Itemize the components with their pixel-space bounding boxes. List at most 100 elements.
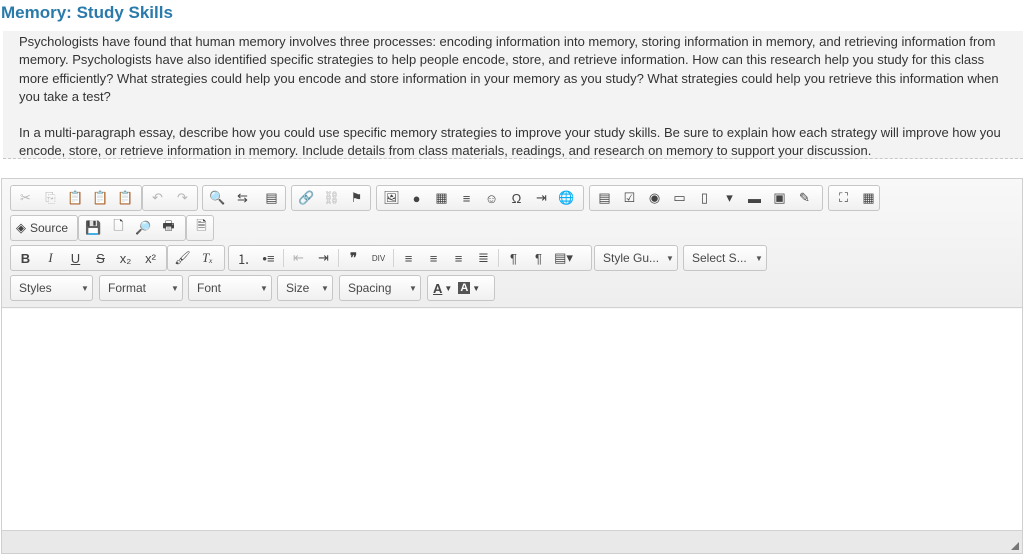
bold-icon[interactable]: B: [13, 247, 38, 269]
format-dropdown[interactable]: Format ▼: [99, 275, 183, 301]
link-icon[interactable]: 🔗: [294, 187, 319, 209]
language-icon[interactable]: ▤▾: [551, 247, 576, 269]
new-page-icon[interactable]: 🗋: [106, 217, 131, 239]
templates-icon[interactable]: 🗎: [189, 217, 214, 239]
source-button[interactable]: ◈ Source: [13, 217, 71, 239]
button-field-icon[interactable]: ▬: [742, 187, 767, 209]
select-s-dropdown[interactable]: Select S... ▼: [683, 245, 767, 271]
print-icon[interactable]: 🖶: [156, 217, 181, 239]
copy-format-icon[interactable]: 🖌: [170, 247, 195, 269]
subscript-icon[interactable]: x₂: [113, 247, 138, 269]
show-blocks-icon[interactable]: ▦: [856, 187, 881, 209]
anchor-flag-icon[interactable]: ⚑: [344, 187, 369, 209]
forms-group: ▤ ☑ ◉ ▭ ▯ ▾ ▬ ▣ ✎: [589, 185, 823, 211]
italic-icon[interactable]: I: [38, 247, 63, 269]
checkbox-icon[interactable]: ☑: [617, 187, 642, 209]
text-color-icon[interactable]: A ▼: [430, 277, 455, 299]
iframe-globe-icon[interactable]: 🌐: [554, 187, 579, 209]
unlink-icon[interactable]: ⛓: [319, 187, 344, 209]
bulleted-list-icon[interactable]: •≡: [256, 247, 281, 269]
align-left-icon[interactable]: ≡: [396, 247, 421, 269]
chevron-down-icon: ▼: [755, 253, 763, 263]
find-icon[interactable]: 🔍: [205, 187, 230, 209]
maximize-icon[interactable]: ⛶: [831, 187, 856, 209]
table-icon[interactable]: ▦: [429, 187, 454, 209]
paste-icon[interactable]: 📋: [63, 187, 88, 209]
source-label: Source: [30, 221, 69, 235]
spacing-dropdown[interactable]: Spacing ▼: [339, 275, 421, 301]
strikethrough-icon[interactable]: S: [88, 247, 113, 269]
basic-styles-group: B I U S x₂ x²: [10, 245, 167, 271]
form-icon[interactable]: ▤: [592, 187, 617, 209]
image-icon[interactable]: 🖼: [379, 187, 404, 209]
blockquote-icon[interactable]: ❞: [341, 247, 366, 269]
cut-icon[interactable]: ✂: [13, 187, 38, 209]
background-color-icon[interactable]: A ▼: [455, 277, 483, 299]
styles-dropdown[interactable]: Styles ▼: [10, 275, 93, 301]
size-dropdown[interactable]: Size ▼: [277, 275, 333, 301]
chevron-down-icon: ▼: [321, 283, 329, 293]
remove-format-icon[interactable]: Tₓ: [195, 247, 220, 269]
font-dropdown[interactable]: Font ▼: [188, 275, 272, 301]
cleanup-group: 🖌 Tₓ: [167, 245, 225, 271]
source-icon: ◈: [16, 220, 26, 235]
redo-icon[interactable]: ↷: [170, 187, 195, 209]
chevron-down-icon: ▼: [409, 283, 417, 293]
view-group: ⛶ ▦: [828, 185, 880, 211]
textarea-icon[interactable]: ▯: [692, 187, 717, 209]
insert-group: 🖼 ● ▦ ≡ ☺ Ω ⇥ 🌐: [376, 185, 584, 211]
justify-icon[interactable]: ≣: [471, 247, 496, 269]
hidden-field-icon[interactable]: ✎: [792, 187, 817, 209]
editor-toolbar: ✂ ⎘ 📋 📋 📋 ↶ ↷ 🔍 ⇆ ▤ 🔗 ⛓ ⚑ 🖼 ● ▦ ≡ ☺ Ω ⇥ …: [2, 179, 1022, 308]
link-group: 🔗 ⛓ ⚑: [291, 185, 371, 211]
numbered-list-icon[interactable]: ⒈: [231, 247, 256, 269]
rich-text-editor: ✂ ⎘ 📋 📋 📋 ↶ ↷ 🔍 ⇆ ▤ 🔗 ⛓ ⚑ 🖼 ● ▦ ≡ ☺ Ω ⇥ …: [1, 178, 1023, 554]
special-char-icon[interactable]: Ω: [504, 187, 529, 209]
smiley-icon[interactable]: ☺: [479, 187, 504, 209]
undo-icon[interactable]: ↶: [145, 187, 170, 209]
style-guide-label: Style Gu...: [603, 251, 660, 265]
copy-icon[interactable]: ⎘: [38, 187, 63, 209]
superscript-icon[interactable]: x²: [138, 247, 163, 269]
editor-content-area[interactable]: [2, 309, 1022, 530]
ltr-icon[interactable]: ¶: [501, 247, 526, 269]
prompt-text: Psychologists have found that human memo…: [3, 31, 1023, 159]
horizontal-rule-icon[interactable]: ≡: [454, 187, 479, 209]
chevron-down-icon: ▼: [81, 283, 89, 293]
source-group: ◈ Source: [10, 215, 78, 241]
rtl-icon[interactable]: ¶: [526, 247, 551, 269]
div-container-icon[interactable]: DIV: [366, 247, 391, 269]
paste-word-icon[interactable]: 📋: [113, 187, 138, 209]
textfield-icon[interactable]: ▭: [667, 187, 692, 209]
align-center-icon[interactable]: ≡: [421, 247, 446, 269]
image-button-icon[interactable]: ▣: [767, 187, 792, 209]
size-label: Size: [286, 281, 310, 295]
chevron-down-icon: ▼: [260, 283, 268, 293]
find-group: 🔍 ⇆ ▤: [202, 185, 286, 211]
preview-icon[interactable]: 🔎: [131, 217, 156, 239]
select-s-label: Select S...: [692, 251, 747, 265]
styles-label: Styles: [19, 281, 52, 295]
paste-text-icon[interactable]: 📋: [88, 187, 113, 209]
editor-status-bar: [2, 530, 1022, 553]
page-break-icon[interactable]: ⇥: [529, 187, 554, 209]
underline-icon[interactable]: U: [63, 247, 88, 269]
select-all-icon[interactable]: ▤: [259, 187, 284, 209]
document-group: 💾 🗋 🔎 🖶: [78, 215, 186, 241]
format-label: Format: [108, 281, 147, 295]
prompt-paragraph-2: In a multi-paragraph essay, describe how…: [19, 125, 1001, 159]
save-icon[interactable]: 💾: [81, 217, 106, 239]
select-field-icon[interactable]: ▾: [717, 187, 742, 209]
paragraph-group: ⒈ •≡ ⇤ ⇥ ❞ DIV ≡ ≡ ≡ ≣ ¶ ¶ ▤▾: [228, 245, 592, 271]
indent-icon[interactable]: ⇥: [311, 247, 336, 269]
align-right-icon[interactable]: ≡: [446, 247, 471, 269]
prompt-paragraph-1: Psychologists have found that human memo…: [19, 34, 999, 104]
radio-icon[interactable]: ◉: [642, 187, 667, 209]
resize-handle-icon[interactable]: [1011, 542, 1019, 550]
templates-group: 🗎: [186, 215, 214, 241]
outdent-icon[interactable]: ⇤: [286, 247, 311, 269]
replace-icon[interactable]: ⇆: [230, 187, 255, 209]
chevron-down-icon: ▼: [666, 253, 674, 263]
style-guide-dropdown[interactable]: Style Gu... ▼: [594, 245, 678, 271]
flash-icon[interactable]: ●: [404, 187, 429, 209]
